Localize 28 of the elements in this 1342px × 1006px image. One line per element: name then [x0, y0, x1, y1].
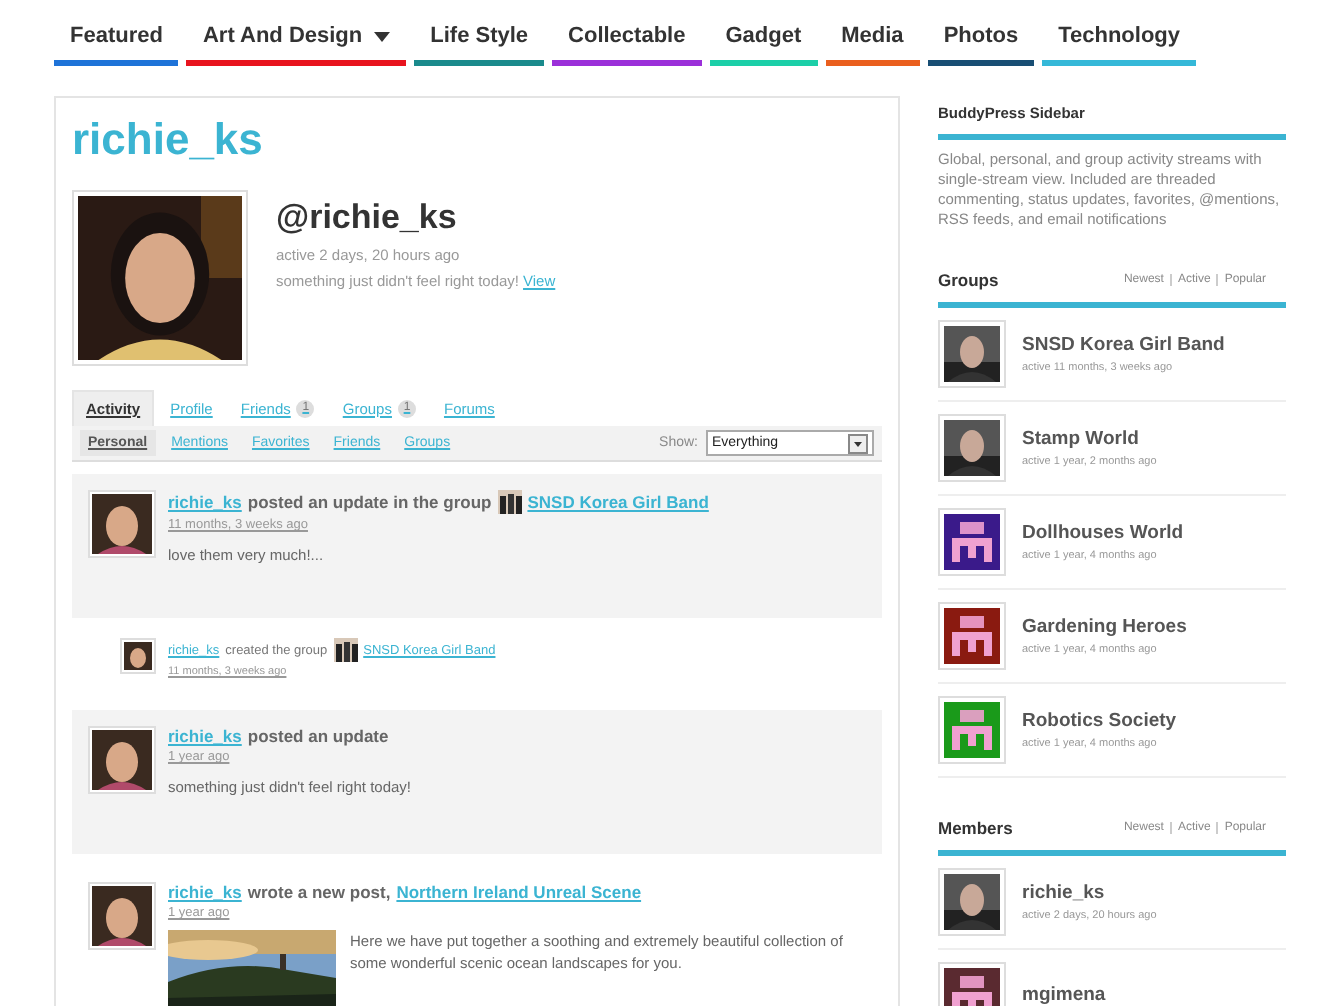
activity-action: posted an update	[247, 726, 389, 746]
user-link[interactable]: richie_ks	[168, 882, 242, 902]
item-name-link[interactable]: Robotics Society	[1022, 709, 1177, 731]
item-name-link[interactable]: richie_ks	[1022, 881, 1157, 903]
user-link[interactable]: richie_ks	[168, 492, 242, 512]
nav-link[interactable]: Media	[825, 20, 920, 66]
profile-title: richie_ks	[72, 114, 265, 166]
widget-title: Groups	[938, 269, 999, 289]
item-name-link[interactable]: SNSD Korea Girl Band	[1022, 333, 1225, 355]
activity-action: wrote a new post,	[247, 882, 391, 902]
user-link[interactable]: richie_ks	[168, 726, 242, 746]
item-name-link[interactable]: Gardening Heroes	[1022, 615, 1187, 637]
nav-link[interactable]: Featured	[54, 20, 179, 66]
item-name-link[interactable]: Stamp World	[1022, 427, 1157, 449]
item-name-link[interactable]: Dollhouses World	[1022, 521, 1184, 543]
target-link[interactable]: SNSD Korea Girl Band	[527, 492, 709, 512]
item-name-link[interactable]: mgimena	[1022, 984, 1106, 1006]
nav-link[interactable]: Gadget	[709, 20, 818, 66]
nav-link[interactable]: Collectable	[552, 20, 702, 66]
nav-link[interactable]: Technology	[1042, 20, 1197, 66]
activity-action: posted an update in the group	[247, 492, 492, 512]
widget-title: Members	[938, 817, 1013, 837]
nav-link[interactable]: Art And Design	[186, 20, 407, 66]
user-handle: @richie_ks	[276, 198, 459, 238]
nav-link[interactable]: Photos	[927, 20, 1035, 66]
target-link[interactable]: Northern Ireland Unreal Scene	[396, 882, 642, 902]
caret-icon	[374, 31, 391, 41]
nav-link[interactable]: Life Style	[414, 20, 545, 66]
